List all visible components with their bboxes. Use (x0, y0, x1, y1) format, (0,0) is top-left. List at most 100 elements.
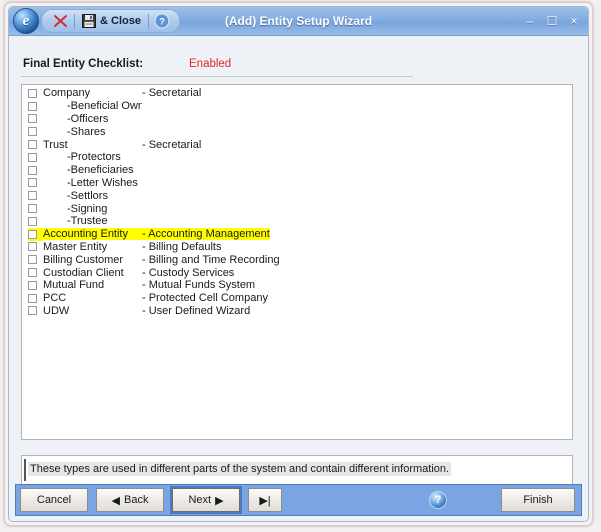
checkbox-wrapper[interactable] (28, 151, 43, 164)
checkbox-wrapper[interactable] (28, 253, 43, 266)
next-button[interactable]: Next ▶ (170, 486, 242, 514)
svg-text:?: ? (160, 17, 166, 28)
cancel-button[interactable]: Cancel (20, 488, 88, 512)
section-header: Final Entity Checklist: Enabled (21, 58, 413, 77)
client-area: Final Entity Checklist: Enabled Company -… (9, 36, 588, 521)
checkbox-wrapper[interactable] (28, 266, 43, 279)
checklist-row[interactable]: Trust - Secretarial (22, 138, 572, 151)
checklist-row-name: -Beneficiaries (43, 164, 142, 176)
help-icon[interactable]: ? (153, 12, 172, 30)
checklist-row-description: - Accounting Management (142, 228, 270, 241)
checkbox-icon[interactable] (28, 255, 37, 265)
checklist-row[interactable]: -Officers (22, 113, 572, 126)
checkbox-wrapper[interactable] (28, 215, 43, 228)
checkbox-icon[interactable] (28, 114, 37, 124)
checkbox-wrapper[interactable] (28, 227, 43, 241)
checklist-row-name: -Trustee (43, 215, 142, 227)
checkbox-icon[interactable] (28, 216, 37, 226)
checklist-row[interactable]: -Signing (22, 202, 572, 215)
text-caret (24, 459, 26, 481)
checklist-row-description: - Mutual Funds System (142, 279, 256, 292)
checkbox-wrapper[interactable] (28, 100, 43, 113)
checklist-row[interactable]: Master Entity - Billing Defaults (22, 241, 572, 254)
info-panel: These types are used in different parts … (21, 455, 573, 487)
checklist-row[interactable]: -Protectors (22, 151, 572, 164)
minimize-button[interactable]: – (524, 15, 536, 27)
checkbox-wrapper[interactable] (28, 279, 43, 292)
checklist-row-name: -Officers (43, 113, 142, 125)
checklist-row-name-text: -Settlors (67, 189, 108, 202)
checkbox-icon[interactable] (28, 293, 37, 303)
close-button[interactable]: × (568, 15, 580, 27)
page-title: Final Entity Checklist: (23, 58, 144, 70)
checkbox-wrapper[interactable] (28, 292, 43, 305)
checkbox-icon[interactable] (28, 191, 37, 201)
checklist-row[interactable]: PCC - Protected Cell Company (22, 292, 572, 305)
checkbox-wrapper[interactable] (28, 138, 43, 151)
checklist-row[interactable]: -Beneficial Owner (22, 100, 572, 113)
checklist-row-name-text: -Trustee (67, 215, 108, 228)
checklist-row[interactable]: UDW - User Defined Wizard (22, 305, 572, 318)
checklist-row-name-text: -Beneficiaries (67, 164, 134, 177)
checkbox-icon[interactable] (28, 242, 37, 252)
checkbox-icon[interactable] (28, 152, 37, 162)
maximize-button[interactable]: ☐ (546, 15, 558, 27)
checklist-row[interactable]: Mutual Fund - Mutual Funds System (22, 279, 572, 292)
cancel-x-icon[interactable] (51, 12, 70, 30)
checkbox-wrapper[interactable] (28, 177, 43, 190)
checklist-row[interactable]: -Trustee (22, 215, 572, 228)
checklist-row-description: - Protected Cell Company (142, 292, 268, 305)
window-controls: – ☐ × (524, 7, 580, 35)
checkbox-wrapper[interactable] (28, 87, 43, 100)
floppy-disk-icon[interactable] (79, 12, 98, 30)
finish-button[interactable]: Finish (501, 488, 575, 512)
checklist-row-name: Mutual Fund (43, 279, 105, 292)
wizard-button-bar: Cancel ◀ Back Next ▶ ▶| ? Finish (15, 484, 582, 516)
checkbox-icon[interactable] (28, 268, 37, 278)
entity-type-list-body: Company - Secretarial-Beneficial Owner-Of… (22, 85, 572, 317)
title-bar-toolbar: & Close ? (41, 9, 180, 33)
checkbox-icon[interactable] (28, 204, 37, 214)
checkbox-wrapper[interactable] (28, 125, 43, 138)
checklist-row[interactable]: -Settlors (22, 189, 572, 202)
next-arrow-icon: ▶ (215, 494, 224, 507)
checklist-row[interactable]: -Shares (22, 125, 572, 138)
checklist-row-name: PCC (43, 292, 67, 305)
last-page-button[interactable]: ▶| (248, 488, 282, 512)
checkbox-wrapper[interactable] (28, 241, 43, 254)
checkbox-icon[interactable] (28, 127, 37, 137)
title-bar[interactable]: e & Close ? (Add) Entity Setup Wizard – … (9, 7, 588, 36)
checklist-row[interactable]: -Letter Wishes (22, 177, 572, 190)
help-icon[interactable]: ? (429, 491, 447, 509)
checklist-row-description: - Custody Services (142, 266, 235, 279)
checkbox-icon[interactable] (28, 165, 37, 175)
checkbox-wrapper[interactable] (28, 189, 43, 202)
checklist-row-name: -Letter Wishes (43, 177, 142, 189)
checkbox-icon[interactable] (28, 88, 37, 98)
checklist-row[interactable]: Accounting Entity - Accounting Management (22, 227, 572, 241)
save-and-close-label[interactable]: & Close (99, 15, 144, 27)
checkbox-icon[interactable] (28, 178, 37, 188)
checklist-row[interactable]: Company - Secretarial (22, 87, 572, 100)
checklist-row-name: Accounting Entity (43, 228, 142, 241)
back-button[interactable]: ◀ Back (96, 488, 164, 512)
window-inner: e & Close ? (Add) Entity Setup Wizard – … (8, 6, 589, 522)
checklist-row[interactable]: Custodian Client - Custody Services (22, 266, 572, 279)
checkbox-wrapper[interactable] (28, 305, 43, 318)
checkbox-icon[interactable] (28, 229, 37, 239)
checkbox-icon[interactable] (28, 140, 37, 150)
checklist-row-name: UDW (43, 304, 70, 317)
checklist-row-description: - Secretarial (142, 87, 202, 100)
checklist-row-name: Company (43, 87, 91, 100)
checkbox-icon[interactable] (28, 101, 37, 111)
application-window: e & Close ? (Add) Entity Setup Wizard – … (4, 2, 593, 526)
status-badge: Enabled (189, 58, 232, 70)
checklist-row[interactable]: Billing Customer - Billing and Time Recor… (22, 253, 572, 266)
checkbox-icon[interactable] (28, 306, 37, 316)
checkbox-wrapper[interactable] (28, 113, 43, 126)
entity-type-list[interactable]: Company - Secretarial-Beneficial Owner-Of… (21, 84, 573, 440)
checkbox-wrapper[interactable] (28, 164, 43, 177)
checkbox-wrapper[interactable] (28, 202, 43, 215)
checkbox-icon[interactable] (28, 280, 37, 290)
checklist-row[interactable]: -Beneficiaries (22, 164, 572, 177)
